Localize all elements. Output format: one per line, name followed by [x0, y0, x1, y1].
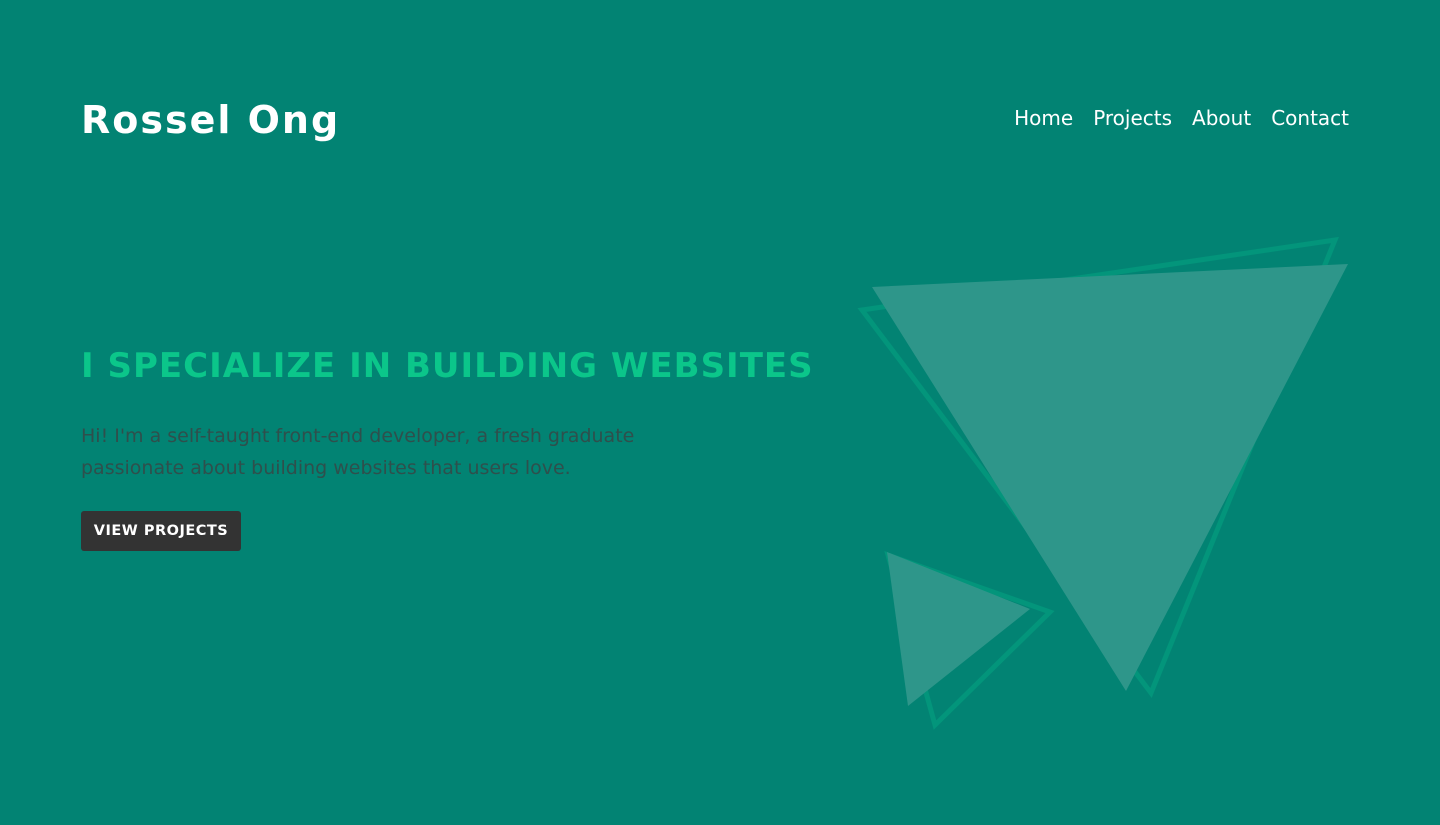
- nav-about-link[interactable]: About: [1192, 104, 1251, 132]
- decorative-triangles-art: [857, 236, 1348, 730]
- nav-contact-link[interactable]: Contact: [1271, 104, 1349, 132]
- view-projects-button[interactable]: VIEW PROJECTS: [81, 511, 241, 551]
- logo[interactable]: Rossel Ong: [81, 94, 340, 146]
- page: Rossel Ong Home Projects About Contact I…: [0, 0, 1440, 825]
- nav-home-link[interactable]: Home: [1014, 104, 1073, 132]
- hero-intro: Hi! I'm a self-taught front-end develope…: [81, 425, 635, 479]
- small-triangle-shape: [887, 552, 1030, 706]
- hero-headline: I SPECIALIZE IN BUILDING WEBSITES: [81, 346, 814, 386]
- nav-projects-link[interactable]: Projects: [1093, 104, 1172, 132]
- main-nav: Home Projects About Contact: [1014, 104, 1349, 132]
